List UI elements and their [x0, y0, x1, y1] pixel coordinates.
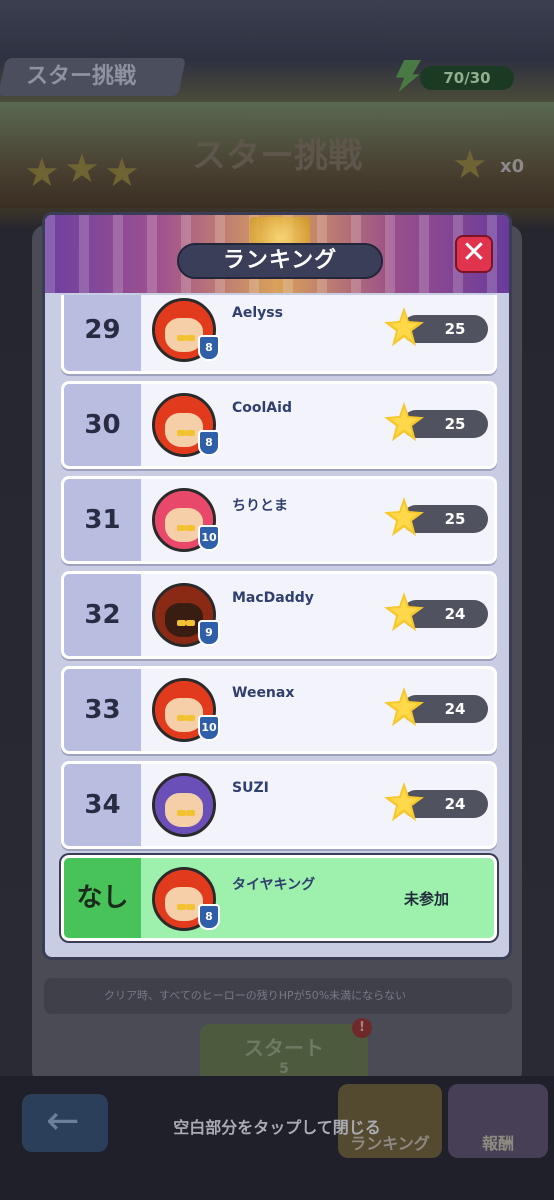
rank-number: 31: [64, 479, 141, 561]
ranking-row[interactable]: 34 SUZI 24: [61, 761, 497, 849]
star-icon: ★: [24, 150, 60, 196]
tap-to-close-hint[interactable]: 空白部分をタップして閉じる: [0, 1114, 554, 1138]
avatar: [152, 773, 216, 837]
energy-counter: 70/30: [420, 66, 514, 90]
star-icon: ★: [104, 150, 140, 196]
modal-title: ランキング: [177, 243, 383, 279]
ranking-row[interactable]: 29 8 Aelyss 25: [61, 295, 497, 374]
star-icon: ★: [64, 146, 100, 192]
participation-status: 未参加: [404, 890, 450, 908]
top-bar: スター挑戦 70/30: [0, 58, 554, 100]
player-name: MacDaddy: [232, 590, 314, 606]
player-name: SUZI: [232, 780, 269, 796]
score: 25: [402, 410, 488, 438]
rank-number: 30: [64, 384, 141, 466]
rank-number: 32: [64, 574, 141, 656]
score: 24: [402, 600, 488, 628]
my-ranking-row[interactable]: なし 8 タイヤキング 未参加: [61, 855, 497, 941]
level-badge: 8: [198, 904, 220, 930]
player-name: CoolAid: [232, 400, 292, 416]
energy-icon: [395, 60, 421, 92]
level-badge: 9: [198, 620, 220, 646]
screen-title-tab: スター挑戦: [0, 58, 187, 96]
score: 25: [402, 315, 488, 343]
close-button[interactable]: ✕: [455, 235, 493, 273]
score: 24: [402, 790, 488, 818]
level-badge: 10: [198, 715, 220, 741]
player-name: Weenax: [232, 685, 295, 701]
ranking-row[interactable]: 30 8 CoolAid 25: [61, 381, 497, 469]
player-name: ちりとま: [232, 498, 288, 514]
player-name: タイヤキング: [232, 877, 316, 893]
rank-number: 33: [64, 669, 141, 751]
ranking-list[interactable]: 29 8 Aelyss 25 30 8 CoolAid 25 31 10 ちりと…: [45, 295, 509, 851]
score: 25: [402, 505, 488, 533]
rank-number: 29: [64, 295, 141, 371]
ranking-row[interactable]: 32 9 MacDaddy 24: [61, 571, 497, 659]
condition-hint: クリア時、すべてのヒーローの残りHPが50%未満にならない: [44, 978, 512, 1014]
ranking-row[interactable]: 33 10 Weenax 24: [61, 666, 497, 754]
player-name: Aelyss: [232, 305, 283, 321]
modal-header: ランキング ✕: [45, 215, 509, 293]
rank-number: 34: [64, 764, 141, 846]
ranking-row[interactable]: 31 10 ちりとま 25: [61, 476, 497, 564]
star-count: x0: [500, 156, 525, 177]
rank-number: なし: [64, 858, 141, 938]
level-badge: 10: [198, 525, 220, 551]
score: 24: [402, 695, 488, 723]
level-badge: 8: [198, 335, 220, 361]
star-icon: ★: [452, 142, 488, 188]
alert-badge: !: [352, 1018, 372, 1038]
level-badge: 8: [198, 430, 220, 456]
ranking-modal: ランキング ✕ 29 8 Aelyss 25 30 8 CoolAid 25 3…: [42, 212, 512, 960]
